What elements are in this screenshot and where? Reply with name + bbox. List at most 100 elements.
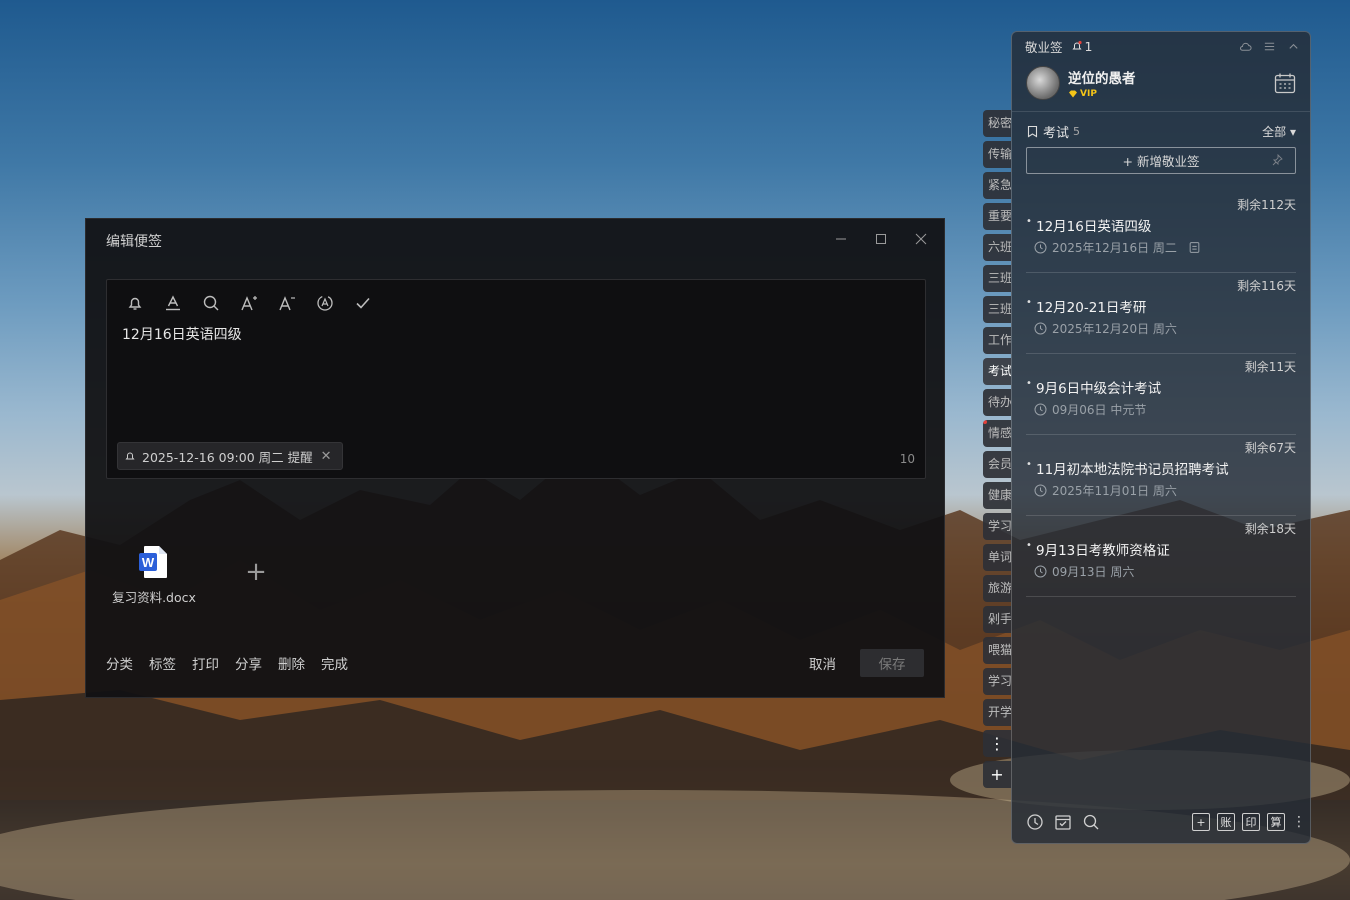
tab-category[interactable]: 学习 — [983, 668, 1011, 695]
print-button[interactable]: 印 — [1242, 813, 1260, 831]
bell-icon — [1072, 40, 1082, 50]
search-button[interactable] — [1082, 813, 1100, 831]
reminder-chip[interactable]: 2025-12-16 09:00 周二 提醒 ✕ — [117, 442, 343, 470]
tab-category-active[interactable]: 考试 — [983, 358, 1011, 385]
search-tool[interactable] — [201, 292, 221, 314]
clock-icon — [1034, 322, 1047, 335]
print-button[interactable]: 打印 — [192, 653, 219, 673]
tab-category[interactable]: 喂猫 — [983, 637, 1011, 664]
add-note-label: + 新增敬业签 — [1122, 154, 1200, 169]
reminder-text: 2025-12-16 09:00 周二 提醒 — [142, 449, 313, 465]
maximize-button[interactable] — [870, 229, 892, 249]
list-item[interactable]: 剩余116天 • 12月20-21日考研 2025年12月20日 周六 — [1026, 273, 1296, 354]
reminder-tool[interactable] — [125, 292, 145, 314]
tab-category[interactable]: 三班 — [983, 265, 1011, 292]
notification-button[interactable]: 1 — [1071, 39, 1092, 54]
check-tool[interactable] — [353, 292, 373, 314]
tab-category[interactable]: 传输 — [983, 141, 1011, 168]
word-doc-icon: W — [139, 545, 169, 579]
filter-dropdown[interactable]: 全部 ▾ — [1262, 123, 1296, 140]
add-tab-button[interactable]: + — [983, 761, 1011, 788]
history-button[interactable] — [1026, 813, 1044, 831]
collapse-button[interactable] — [1286, 39, 1300, 53]
search-icon — [1083, 814, 1099, 830]
font-decrease-tool[interactable] — [277, 292, 297, 314]
pin-icon[interactable] — [1271, 154, 1283, 166]
more-button[interactable]: ⋮ — [1292, 814, 1306, 830]
bullet: • — [1026, 378, 1032, 389]
cancel-button[interactable]: 取消 — [809, 653, 836, 673]
list-item[interactable]: 剩余11天 • 9月6日中级会计考试 09月06日 中元节 — [1026, 354, 1296, 435]
tab-category[interactable]: 旅游 — [983, 575, 1011, 602]
clock-icon — [1034, 241, 1047, 254]
complete-button[interactable]: 完成 — [321, 653, 348, 673]
save-button[interactable]: 保存 — [860, 649, 924, 677]
close-button[interactable] — [910, 229, 932, 249]
tag-button[interactable]: 标签 — [149, 653, 176, 673]
username: 逆位的愚者 — [1068, 71, 1136, 87]
note-title: 12月20-21日考研 — [1036, 300, 1147, 316]
font-increase-icon — [241, 296, 257, 311]
remove-reminder-button[interactable]: ✕ — [321, 449, 332, 464]
tab-category[interactable]: 单词 — [983, 544, 1011, 571]
add-attachment-button[interactable]: + — [244, 559, 268, 585]
account-button[interactable]: 账 — [1217, 813, 1235, 831]
bullet: • — [1026, 459, 1032, 470]
category-name: 考试 — [1043, 125, 1070, 141]
clock-icon — [1034, 565, 1047, 578]
list-item[interactable]: 剩余18天 • 9月13日考教师资格证 09月13日 周六 — [1026, 516, 1296, 597]
tab-category[interactable]: 开学 — [983, 699, 1011, 726]
done-list-button[interactable] — [1054, 813, 1072, 831]
remaining-days: 剩余116天 — [1237, 279, 1296, 293]
tab-category[interactable]: 重要 — [983, 203, 1011, 230]
remaining-days: 剩余11天 — [1244, 360, 1296, 374]
notes-panel: 敬业签 1 逆位的愚者 VIP 考试 5 全部 ▾ + 新增敬业签 剩余112天… — [1011, 31, 1311, 844]
list-item[interactable]: 剩余67天 • 11月初本地法院书记员招聘考试 2025年11月01日 周六 — [1026, 435, 1296, 516]
minimize-button[interactable] — [830, 229, 852, 249]
menu-button[interactable] — [1262, 39, 1276, 53]
tab-category[interactable]: 工作 — [983, 327, 1011, 354]
note-list: 剩余112天 • 12月16日英语四级 2025年12月16日 周二 剩余116… — [1026, 192, 1296, 597]
format-toolbar — [125, 292, 373, 314]
maximize-icon — [876, 234, 886, 244]
char-count: 10 — [899, 452, 915, 466]
auto-format-icon — [317, 295, 333, 311]
calendar-icon[interactable] — [1274, 72, 1296, 94]
tab-category[interactable]: 紧急 — [983, 172, 1011, 199]
note-text[interactable]: 12月16日英语四级 — [122, 324, 242, 344]
category-button[interactable]: 分类 — [106, 653, 133, 673]
tab-category[interactable]: 三班 — [983, 296, 1011, 323]
cloud-icon — [1239, 42, 1252, 51]
bell-icon — [128, 297, 142, 310]
add-button[interactable]: + — [1192, 813, 1210, 831]
font-increase-tool[interactable] — [239, 292, 259, 314]
list-item[interactable]: 剩余112天 • 12月16日英语四级 2025年12月16日 周二 — [1026, 192, 1296, 273]
note-editor[interactable]: 12月16日英语四级 2025-12-16 09:00 周二 提醒 ✕ 10 — [106, 279, 926, 479]
calculator-button[interactable]: 算 — [1267, 813, 1285, 831]
attachment-item[interactable]: W 复习资料.docx — [106, 539, 202, 606]
tab-category[interactable]: 学习 — [983, 513, 1011, 540]
avatar — [1026, 66, 1060, 100]
unread-dot — [983, 420, 987, 424]
check-icon — [356, 297, 370, 309]
tab-category[interactable]: 会员 — [983, 451, 1011, 478]
auto-format-tool[interactable] — [315, 292, 335, 314]
tab-category[interactable]: 健康 — [983, 482, 1011, 509]
tab-category[interactable]: 待办 — [983, 389, 1011, 416]
more-tabs-button[interactable]: ⋮ — [983, 730, 1011, 757]
tab-category[interactable]: 剁手 — [983, 606, 1011, 633]
sync-button[interactable] — [1238, 39, 1252, 53]
add-note-button[interactable]: + 新增敬业签 — [1026, 147, 1296, 174]
category-count: 5 — [1073, 124, 1081, 138]
attachment-name: 复习资料.docx — [112, 590, 196, 605]
tab-category[interactable]: 秘密 — [983, 110, 1011, 137]
text-color-tool[interactable] — [163, 292, 183, 314]
tab-category[interactable]: 六班 — [983, 234, 1011, 261]
delete-button[interactable]: 删除 — [278, 653, 305, 673]
user-profile[interactable]: 逆位的愚者 VIP — [1026, 66, 1136, 100]
tab-category[interactable]: 情感 — [983, 420, 1011, 447]
note-date: 09月13日 周六 — [1034, 563, 1134, 580]
note-title: 11月初本地法院书记员招聘考试 — [1036, 462, 1229, 478]
share-button[interactable]: 分享 — [235, 653, 262, 673]
category-tabs: 秘密 传输 紧急 重要 六班 三班 三班 工作 考试 待办 情感 会员 健康 学… — [983, 110, 1011, 792]
